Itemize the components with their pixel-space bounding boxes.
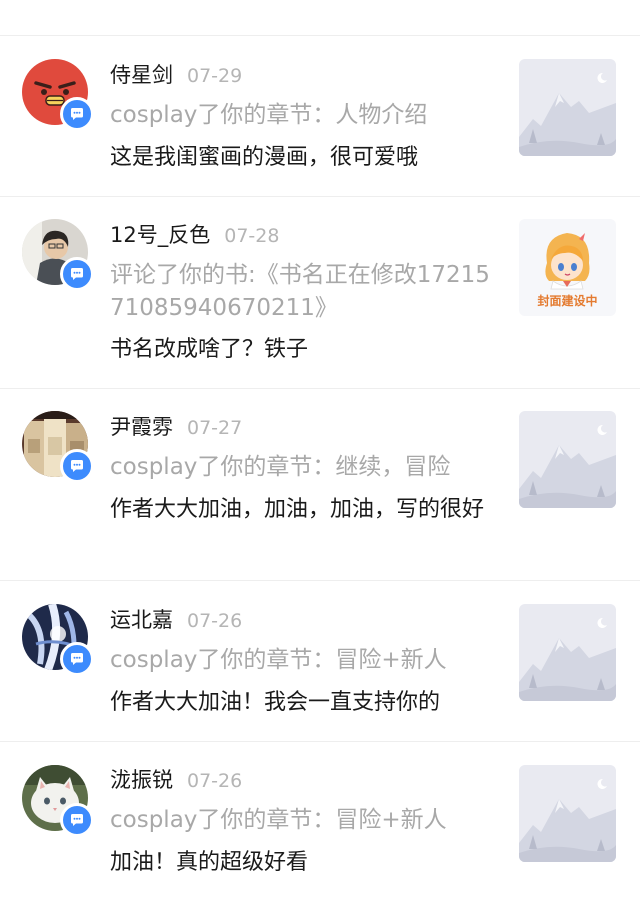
comment-badge-icon	[60, 449, 94, 483]
mountain-placeholder-icon[interactable]	[519, 411, 616, 508]
cover-label: 封面建设中	[537, 294, 598, 308]
user-name[interactable]: 侍星剑	[110, 63, 173, 87]
date: 07-26	[187, 770, 243, 792]
action-text: cosplay了你的章节：冒险+新人	[110, 807, 447, 833]
book-cover-thumbnail[interactable]: 封面建设中	[519, 219, 616, 316]
comment-text: 书名改成啥了？铁子	[110, 337, 309, 362]
avatar[interactable]	[22, 219, 94, 291]
mountain-placeholder-icon[interactable]	[519, 604, 616, 701]
action-text: 评论了你的书:《书名正在修改1721571085940670211》	[110, 262, 490, 321]
name-line: 侍星剑 07-29	[110, 60, 242, 90]
date: 07-28	[224, 225, 280, 247]
name-line: 运北嘉 07-26	[110, 605, 242, 635]
list-item[interactable]: 泷振锐 07-26 cosplay了你的章节：冒险+新人 加油！真的超级好看	[0, 742, 640, 903]
comment-text: 作者大大加油！我会一直支持你的	[110, 690, 441, 715]
user-name[interactable]: 泷振锐	[110, 768, 173, 792]
comment-badge-icon	[60, 97, 94, 131]
date: 07-26	[187, 610, 243, 632]
user-name[interactable]: 运北嘉	[110, 608, 173, 632]
list-item[interactable]: 运北嘉 07-26 cosplay了你的章节：冒险+新人 作者大大加油！我会一直支…	[0, 581, 640, 742]
date: 07-27	[187, 417, 243, 439]
avatar[interactable]	[22, 604, 94, 676]
user-name[interactable]: 12号_反色	[110, 223, 210, 247]
user-name[interactable]: 尹霞雰	[110, 415, 173, 439]
avatar[interactable]	[22, 411, 94, 483]
comment-badge-icon	[60, 257, 94, 291]
name-line: 12号_反色 07-28	[110, 220, 279, 250]
name-line: 尹霞雰 07-27	[110, 412, 242, 442]
action-text: cosplay了你的章节：人物介绍	[110, 102, 428, 128]
comment-text: 这是我闺蜜画的漫画，很可爱哦	[110, 145, 419, 170]
name-line: 泷振锐 07-26	[110, 765, 242, 795]
action-text: cosplay了你的章节：继续，冒险	[110, 454, 451, 480]
comment-text: 作者大大加油，加油，加油，写的很好	[110, 497, 485, 522]
list-item[interactable]: 侍星剑 07-29 cosplay了你的章节：人物介绍 这是我闺蜜画的漫画，很可爱…	[0, 36, 640, 197]
date: 07-29	[187, 65, 243, 87]
avatar[interactable]	[22, 59, 94, 131]
comment-badge-icon	[60, 803, 94, 837]
mountain-placeholder-icon[interactable]	[519, 765, 616, 862]
mountain-placeholder-icon[interactable]	[519, 59, 616, 156]
action-text: cosplay了你的章节：冒险+新人	[110, 647, 447, 673]
list-item[interactable]: 尹霞雰 07-27 cosplay了你的章节：继续，冒险 作者大大加油，加油，加油…	[0, 389, 640, 581]
comment-text: 加油！真的超级好看	[110, 850, 309, 875]
list-item[interactable]: 12号_反色 07-28 评论了你的书:《书名正在修改17215710859406…	[0, 197, 640, 389]
notification-list: 侍星剑 07-29 cosplay了你的章节：人物介绍 这是我闺蜜画的漫画，很可爱…	[0, 0, 640, 903]
avatar[interactable]	[22, 765, 94, 837]
comment-badge-icon	[60, 642, 94, 676]
